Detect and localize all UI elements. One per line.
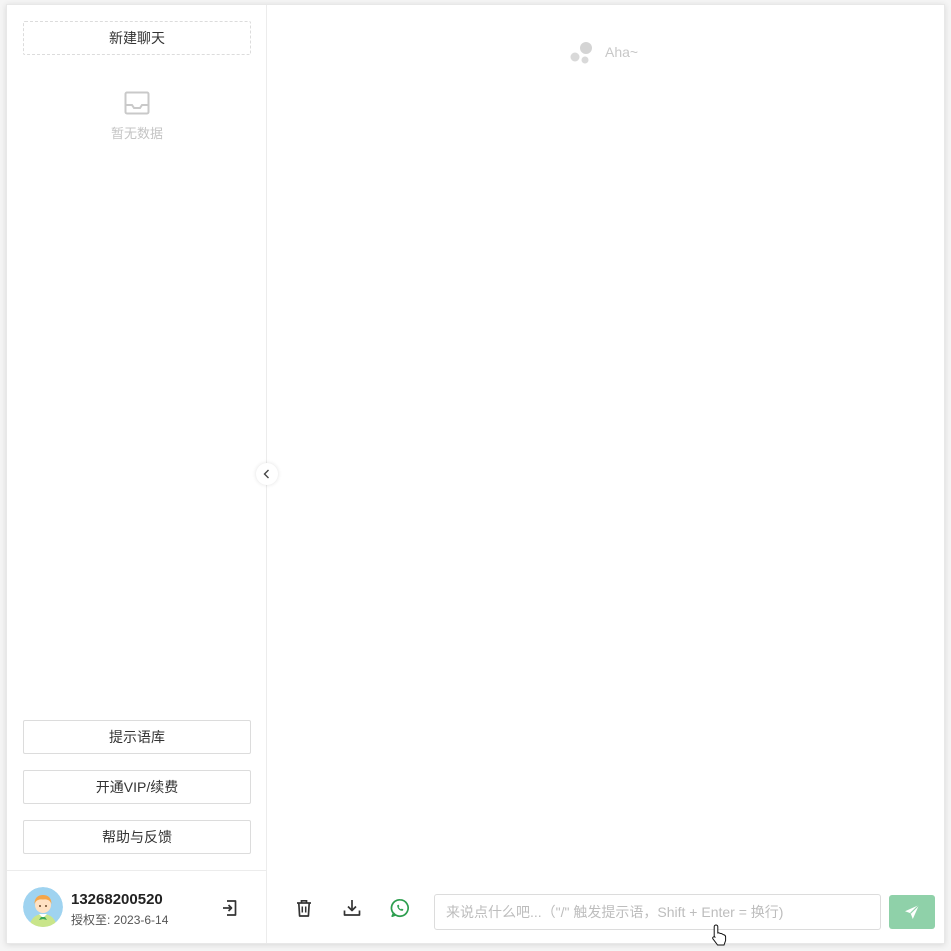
- brand: Aha~: [569, 39, 638, 65]
- help-feedback-button[interactable]: 帮助与反馈: [23, 820, 251, 854]
- send-button[interactable]: [889, 895, 935, 929]
- app-window: 新建聊天 暂无数据 提示语库 开通VIP/续费 帮助与反馈 1326820052…: [6, 4, 945, 944]
- user-bar: 13268200520 授权至: 2023-6-14: [7, 870, 266, 944]
- vip-renew-label: 开通VIP/续费: [95, 779, 179, 795]
- prompt-library-label: 提示语库: [109, 729, 165, 745]
- user-phone: 13268200520: [71, 891, 163, 908]
- empty-state: 暂无数据: [7, 89, 267, 142]
- help-feedback-label: 帮助与反馈: [102, 829, 172, 845]
- new-chat-label: 新建聊天: [109, 30, 165, 46]
- logout-icon[interactable]: [220, 898, 240, 918]
- prompt-library-button[interactable]: 提示语库: [23, 720, 251, 754]
- download-icon[interactable]: [341, 897, 363, 919]
- whatsapp-icon[interactable]: [389, 897, 411, 919]
- new-chat-button[interactable]: 新建聊天: [23, 21, 251, 55]
- avatar[interactable]: [23, 887, 63, 927]
- license-expiry: 授权至: 2023-6-14: [71, 913, 169, 927]
- vip-renew-button[interactable]: 开通VIP/续费: [23, 770, 251, 804]
- empty-text: 暂无数据: [110, 126, 163, 141]
- dots-logo-icon: [570, 42, 592, 64]
- trash-icon[interactable]: [293, 897, 315, 919]
- send-icon: [905, 904, 920, 919]
- chat-main: Aha~: [267, 5, 944, 943]
- brand-text: Aha~: [605, 44, 639, 60]
- inbox-icon: [124, 91, 150, 115]
- avatar-image: [23, 887, 63, 927]
- sidebar-collapse-button[interactable]: [256, 463, 278, 485]
- chat-input[interactable]: [434, 894, 881, 930]
- chevron-left-icon: [263, 469, 269, 479]
- sidebar: 新建聊天 暂无数据 提示语库 开通VIP/续费 帮助与反馈 1326820052…: [7, 5, 267, 943]
